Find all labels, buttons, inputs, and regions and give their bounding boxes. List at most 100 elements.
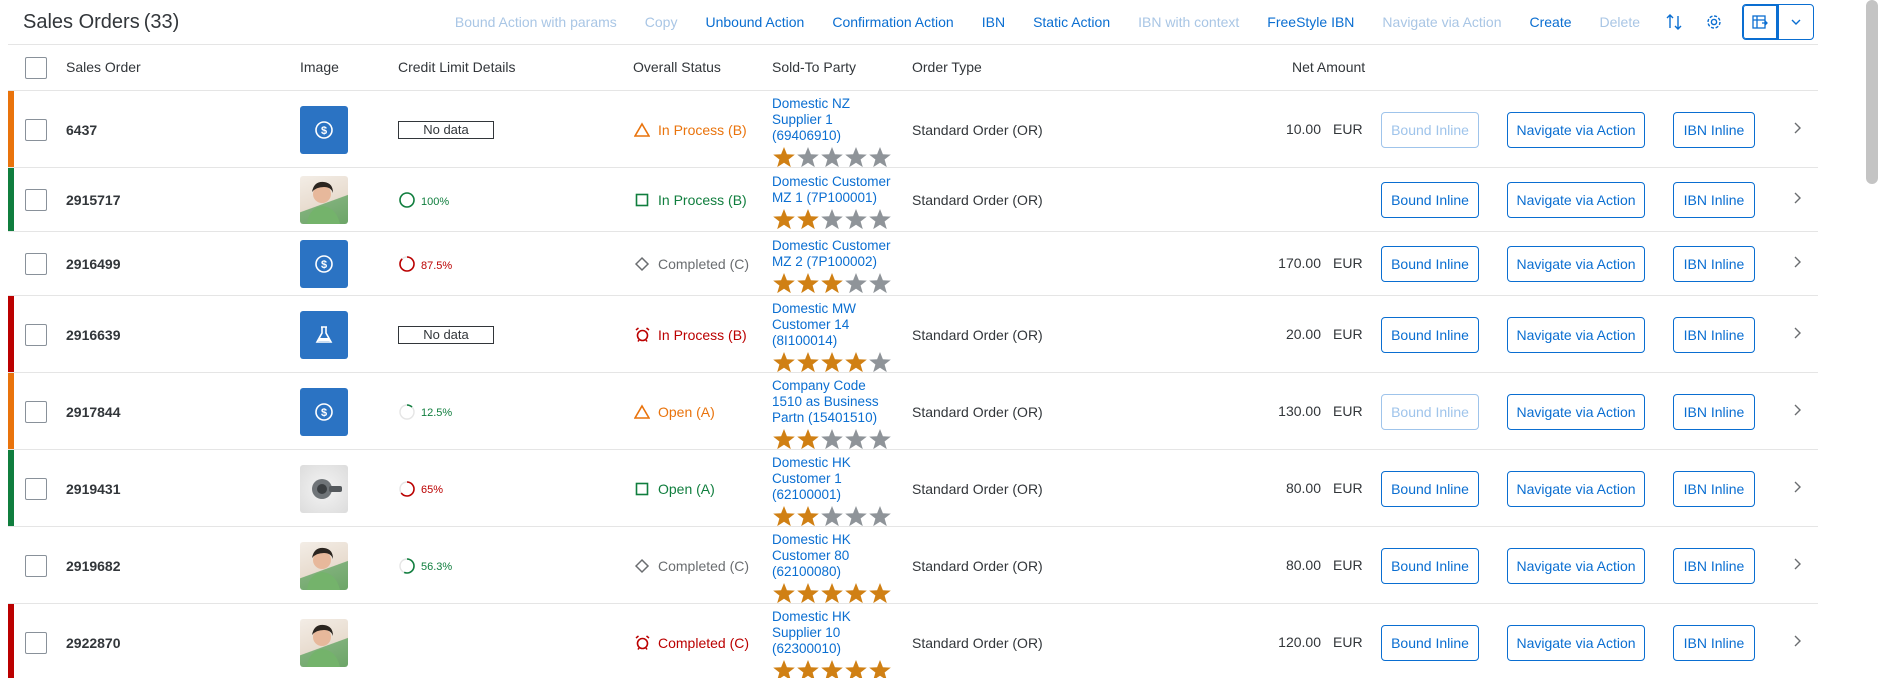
sales-order-id[interactable]: 2919431 xyxy=(66,481,121,497)
sales-order-id[interactable]: 2915717 xyxy=(66,192,121,208)
bound-inline-button[interactable]: Bound Inline xyxy=(1381,111,1479,148)
row-select-checkbox[interactable] xyxy=(25,253,47,275)
scrollbar-thumb[interactable] xyxy=(1866,0,1878,184)
sold-to-party-line[interactable]: 1510 as Business xyxy=(772,394,898,410)
sold-to-party-line[interactable]: Partn (15401510) xyxy=(772,410,898,426)
table-row[interactable]: 2915717 100% In Process (B) Domestic Custom… xyxy=(8,168,1818,232)
row-navigation-chevron-icon[interactable] xyxy=(1792,191,1802,208)
toolbar-action-static-action[interactable]: Static Action xyxy=(1019,14,1124,30)
export-spreadsheet-icon[interactable] xyxy=(1742,4,1778,40)
sales-order-id[interactable]: 2917844 xyxy=(66,404,121,420)
sold-to-party-line[interactable]: (62300010) xyxy=(772,641,898,657)
row-select-checkbox[interactable] xyxy=(25,189,47,211)
toolbar-action-copy[interactable]: Copy xyxy=(631,14,692,30)
sold-to-party-line[interactable]: (8I100014) xyxy=(772,333,898,349)
sales-order-id[interactable]: 2919682 xyxy=(66,558,121,574)
table-row[interactable]: 6437 $ No data In Process (B) Domestic NZ Sup… xyxy=(8,91,1818,168)
row-select-checkbox[interactable] xyxy=(25,118,47,141)
bound-inline-button[interactable]: Bound Inline xyxy=(1381,316,1479,353)
ibn-inline-button[interactable]: IBN Inline xyxy=(1673,393,1755,430)
toolbar-action-create[interactable]: Create xyxy=(1516,14,1586,30)
table-row[interactable]: 2922870 Completed (C) Domestic HK Supplier … xyxy=(8,604,1818,678)
ibn-inline-button[interactable]: IBN Inline xyxy=(1673,316,1755,353)
row-select-checkbox[interactable] xyxy=(25,477,47,500)
sold-to-party-line[interactable]: MZ 2 (7P100002) xyxy=(772,254,898,270)
chevron-down-icon[interactable] xyxy=(1778,4,1814,40)
toolbar-action-delete[interactable]: Delete xyxy=(1586,14,1654,30)
row-navigation-chevron-icon[interactable] xyxy=(1792,557,1802,574)
select-all-checkbox[interactable] xyxy=(25,57,47,79)
ibn-inline-button[interactable]: IBN Inline xyxy=(1673,624,1755,661)
row-navigation-chevron-icon[interactable] xyxy=(1792,326,1802,343)
col-sold-to-party[interactable]: Sold-To Party xyxy=(772,59,856,75)
table-row[interactable]: 2919431 65% Open (A) Domestic HK Customer 1(… xyxy=(8,450,1818,527)
sort-icon[interactable] xyxy=(1654,4,1694,40)
col-overall-status[interactable]: Overall Status xyxy=(633,59,721,75)
table-row[interactable]: 2919682 56.3% Completed (C) Domestic HK Cust… xyxy=(8,527,1818,604)
sold-to-party-line[interactable]: Supplier 1 xyxy=(772,112,898,128)
toolbar-action-ibn[interactable]: IBN xyxy=(968,14,1019,30)
bound-inline-button[interactable]: Bound Inline xyxy=(1381,246,1479,282)
row-select-checkbox[interactable] xyxy=(25,400,47,423)
sales-order-id[interactable]: 2922870 xyxy=(66,635,121,651)
navigate-via-action-button[interactable]: Navigate via Action xyxy=(1507,547,1645,584)
col-order-type[interactable]: Order Type xyxy=(912,59,982,75)
sales-order-id[interactable]: 2916499 xyxy=(66,256,121,272)
settings-gear-icon[interactable] xyxy=(1694,4,1734,40)
toolbar-action-confirmation-action[interactable]: Confirmation Action xyxy=(818,14,967,30)
row-select-checkbox[interactable] xyxy=(25,631,47,654)
navigate-via-action-button[interactable]: Navigate via Action xyxy=(1507,470,1645,507)
sold-to-party-line[interactable]: Domestic MW xyxy=(772,301,898,317)
sold-to-party-line[interactable]: Domestic HK xyxy=(772,455,898,471)
table-row[interactable]: 2917844 $12.5% Open (A) Company Code 1510 as… xyxy=(8,373,1818,450)
bound-inline-button[interactable]: Bound Inline xyxy=(1381,182,1479,218)
toolbar-action-navigate-via-action[interactable]: Navigate via Action xyxy=(1368,14,1515,30)
toolbar-action-ibn-with-context[interactable]: IBN with context xyxy=(1124,14,1253,30)
row-navigation-chevron-icon[interactable] xyxy=(1792,255,1802,272)
row-select-checkbox[interactable] xyxy=(25,323,47,346)
ibn-inline-button[interactable]: IBN Inline xyxy=(1673,111,1755,148)
bound-inline-button[interactable]: Bound Inline xyxy=(1381,624,1479,661)
navigate-via-action-button[interactable]: Navigate via Action xyxy=(1507,316,1645,353)
table-row[interactable]: 2916639 No data In Process (B) Domestic MW C… xyxy=(8,296,1818,373)
bound-inline-button[interactable]: Bound Inline xyxy=(1381,547,1479,584)
row-navigation-chevron-icon[interactable] xyxy=(1792,403,1802,420)
col-credit-limit[interactable]: Credit Limit Details xyxy=(398,59,515,75)
sold-to-party-line[interactable]: (69406910) xyxy=(772,128,898,144)
sold-to-party-line[interactable]: Domestic Customer xyxy=(772,238,898,254)
col-sales-order[interactable]: Sales Order xyxy=(66,59,141,75)
sold-to-party-line[interactable]: Customer 1 xyxy=(772,471,898,487)
sold-to-party-line[interactable]: MZ 1 (7P100001) xyxy=(772,190,898,206)
sold-to-party-line[interactable]: Company Code xyxy=(772,378,898,394)
sold-to-party-line[interactable]: (62100080) xyxy=(772,564,898,580)
bound-inline-button[interactable]: Bound Inline xyxy=(1381,393,1479,430)
navigate-via-action-button[interactable]: Navigate via Action xyxy=(1507,111,1645,148)
ibn-inline-button[interactable]: IBN Inline xyxy=(1673,470,1755,507)
row-navigation-chevron-icon[interactable] xyxy=(1792,634,1802,651)
col-image[interactable]: Image xyxy=(300,59,339,75)
sold-to-party-line[interactable]: Supplier 10 xyxy=(772,625,898,641)
sold-to-party-line[interactable]: Domestic HK xyxy=(772,532,898,548)
sold-to-party-line[interactable]: Domestic Customer xyxy=(772,174,898,190)
ibn-inline-button[interactable]: IBN Inline xyxy=(1673,182,1755,218)
sold-to-party-line[interactable]: (62100001) xyxy=(772,487,898,503)
toolbar-action-bound-action-with-params[interactable]: Bound Action with params xyxy=(441,14,631,30)
sold-to-party-line[interactable]: Domestic HK xyxy=(772,609,898,625)
sales-order-id[interactable]: 6437 xyxy=(66,122,97,138)
toolbar-action-unbound-action[interactable]: Unbound Action xyxy=(691,14,818,30)
ibn-inline-button[interactable]: IBN Inline xyxy=(1673,246,1755,282)
sold-to-party-line[interactable]: Customer 80 xyxy=(772,548,898,564)
sold-to-party-line[interactable]: Domestic NZ xyxy=(772,96,898,112)
col-net-amount[interactable]: Net Amount xyxy=(1292,59,1365,75)
bound-inline-button[interactable]: Bound Inline xyxy=(1381,470,1479,507)
toolbar-action-freestyle-ibn[interactable]: FreeStyle IBN xyxy=(1253,14,1368,30)
row-navigation-chevron-icon[interactable] xyxy=(1792,480,1802,497)
row-navigation-chevron-icon[interactable] xyxy=(1792,121,1802,138)
table-row[interactable]: 2916499 $87.5% Completed (C) Domestic Custo… xyxy=(8,232,1818,296)
row-select-checkbox[interactable] xyxy=(25,554,47,577)
sold-to-party-line[interactable]: Customer 14 xyxy=(772,317,898,333)
ibn-inline-button[interactable]: IBN Inline xyxy=(1673,547,1755,584)
navigate-via-action-button[interactable]: Navigate via Action xyxy=(1507,182,1645,218)
navigate-via-action-button[interactable]: Navigate via Action xyxy=(1507,393,1645,430)
navigate-via-action-button[interactable]: Navigate via Action xyxy=(1507,624,1645,661)
